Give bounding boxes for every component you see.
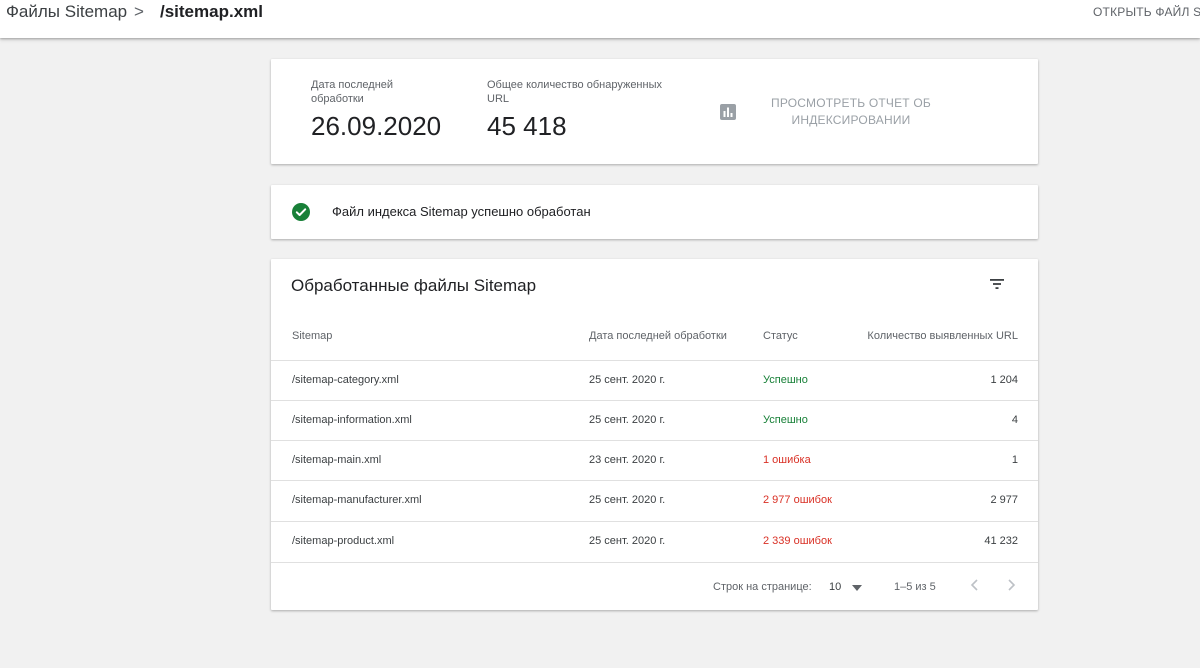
table-row[interactable]: /sitemap-product.xml 25 сент. 2020 г. 2 … <box>271 521 1038 561</box>
cell-sitemap: /sitemap-main.xml <box>292 454 382 466</box>
chevron-left-icon[interactable] <box>968 578 982 592</box>
cell-status: 2 339 ошибок <box>763 535 832 547</box>
rows-per-page-select[interactable]: 10 <box>829 581 841 593</box>
bar-chart-icon[interactable] <box>720 104 736 120</box>
last-processed-value: 26.09.2020 <box>311 111 442 141</box>
check-circle-icon <box>292 203 310 221</box>
rows-per-page-label: Строк на странице: <box>713 581 812 593</box>
table-row[interactable]: /sitemap-category.xml 25 сент. 2020 г. У… <box>271 360 1038 400</box>
last-processed-label: Дата последней обработки <box>311 79 394 105</box>
cell-sitemap: /sitemap-product.xml <box>292 535 395 547</box>
chevron-down-icon[interactable] <box>852 585 862 591</box>
open-file-button[interactable]: ОТКРЫТЬ ФАЙЛ S <box>1093 5 1200 19</box>
table-footer-divider <box>271 562 1038 563</box>
cell-status: Успешно <box>763 374 808 386</box>
status-card: Файл индекса Sitemap успешно обработан <box>271 185 1038 239</box>
filter-icon[interactable] <box>987 274 1007 294</box>
table-title: Обработанные файлы Sitemap <box>291 276 537 295</box>
cell-status: Успешно <box>763 414 808 426</box>
processed-sitemaps-card: Обработанные файлы Sitemap Sitemap Дата … <box>271 259 1038 610</box>
status-message: Файл индекса Sitemap успешно обработан <box>332 204 591 219</box>
column-header-date[interactable]: Дата последней обработки <box>589 330 727 342</box>
breadcrumb-current: /sitemap.xml <box>160 2 263 21</box>
cell-date: 23 сент. 2020 г. <box>589 454 666 466</box>
cell-date: 25 сент. 2020 г. <box>589 374 666 386</box>
view-indexing-report-link[interactable]: ПРОСМОТРЕТЬ ОТЧЕТ ОБ ИНДЕКСИРОВАНИИ <box>771 95 931 129</box>
cell-sitemap: /sitemap-information.xml <box>292 414 412 426</box>
column-header-url-count[interactable]: Количество выявленных URL <box>867 330 1018 342</box>
table-row[interactable]: /sitemap-main.xml 23 сент. 2020 г. 1 оши… <box>271 440 1038 480</box>
cell-date: 25 сент. 2020 г. <box>589 535 666 547</box>
urls-found-label: Общее количество обнаруженных URL <box>487 79 662 105</box>
cell-url-count: 41 232 <box>984 535 1018 547</box>
table-row[interactable]: /sitemap-information.xml 25 сент. 2020 г… <box>271 400 1038 440</box>
cell-status: 1 ошибка <box>763 454 811 466</box>
cell-sitemap: /sitemap-manufacturer.xml <box>292 494 422 506</box>
table-row[interactable]: /sitemap-manufacturer.xml 25 сент. 2020 … <box>271 480 1038 520</box>
column-header-status[interactable]: Статус <box>763 330 798 342</box>
chevron-right-icon[interactable] <box>1004 578 1018 592</box>
column-header-sitemap[interactable]: Sitemap <box>292 330 332 342</box>
top-bar: Файлы Sitemap > /sitemap.xml ОТКРЫТЬ ФАЙ… <box>0 0 1200 38</box>
cell-url-count: 2 977 <box>990 494 1018 506</box>
urls-found-value: 45 418 <box>487 111 567 141</box>
cell-url-count: 1 204 <box>990 374 1018 386</box>
breadcrumb-separator-icon: > <box>134 2 144 21</box>
cell-date: 25 сент. 2020 г. <box>589 414 666 426</box>
pagination-range: 1–5 из 5 <box>894 581 936 593</box>
summary-card: Дата последней обработки 26.09.2020 Обще… <box>271 59 1038 164</box>
breadcrumb-sitemaps-link[interactable]: Файлы Sitemap <box>6 2 127 22</box>
cell-sitemap: /sitemap-category.xml <box>292 374 399 386</box>
cell-date: 25 сент. 2020 г. <box>589 494 666 506</box>
cell-url-count: 4 <box>1011 414 1018 426</box>
cell-url-count: 1 <box>1011 454 1018 466</box>
cell-status: 2 977 ошибок <box>763 494 832 506</box>
